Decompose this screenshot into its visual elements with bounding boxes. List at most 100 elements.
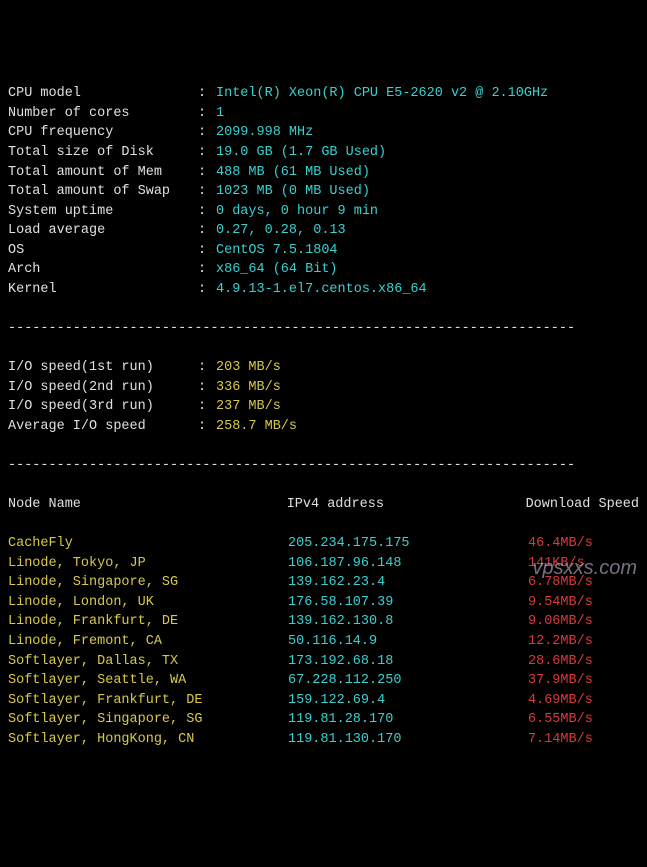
header-node: Node Name	[8, 495, 287, 515]
node-row: CacheFly205.234.175.17546.4MB/s	[8, 534, 639, 554]
sys-value: CentOS 7.5.1804	[216, 241, 338, 261]
node-row: Linode, Frankfurt, DE139.162.130.89.06MB…	[8, 612, 639, 632]
colon: :	[198, 397, 216, 417]
sys-value: 2099.998 MHz	[216, 123, 313, 143]
io-label: Average I/O speed	[8, 417, 198, 437]
sys-value: 1	[216, 104, 224, 124]
io-row: I/O speed(1st run): 203 MB/s	[8, 358, 639, 378]
sys-label: Total amount of Swap	[8, 182, 198, 202]
io-row: I/O speed(3rd run): 237 MB/s	[8, 397, 639, 417]
system-info-block: CPU model: Intel(R) Xeon(R) CPU E5-2620 …	[8, 84, 639, 299]
io-value: 336 MB/s	[216, 378, 281, 398]
io-label: I/O speed(3rd run)	[8, 397, 198, 417]
node-name: Linode, Fremont, CA	[8, 632, 288, 652]
node-row: Softlayer, Dallas, TX173.192.68.1828.6MB…	[8, 652, 639, 672]
node-speed: 12.2MB/s	[528, 632, 639, 652]
sys-label: Load average	[8, 221, 198, 241]
node-row: Softlayer, Seattle, WA67.228.112.25037.9…	[8, 671, 639, 691]
sys-row: Load average: 0.27, 0.28, 0.13	[8, 221, 639, 241]
sys-value: 0.27, 0.28, 0.13	[216, 221, 346, 241]
node-ip: 159.122.69.4	[288, 691, 528, 711]
io-value: 203 MB/s	[216, 358, 281, 378]
sys-label: Total amount of Mem	[8, 163, 198, 183]
sys-label: CPU model	[8, 84, 198, 104]
colon: :	[198, 123, 216, 143]
colon: :	[198, 378, 216, 398]
node-ip: 176.58.107.39	[288, 593, 528, 613]
node-ip: 205.234.175.175	[288, 534, 528, 554]
node-row: Linode, London, UK176.58.107.399.54MB/s	[8, 593, 639, 613]
node-ip: 139.162.130.8	[288, 612, 528, 632]
colon: :	[198, 241, 216, 261]
sys-row: Total size of Disk: 19.0 GB (1.7 GB Used…	[8, 143, 639, 163]
sys-label: Number of cores	[8, 104, 198, 124]
divider-1: ----------------------------------------…	[8, 319, 639, 339]
colon: :	[198, 221, 216, 241]
sys-label: Kernel	[8, 280, 198, 300]
sys-row: Total amount of Swap: 1023 MB (0 MB Used…	[8, 182, 639, 202]
sys-value: 19.0 GB (1.7 GB Used)	[216, 143, 386, 163]
sys-row: Number of cores: 1	[8, 104, 639, 124]
io-row: Average I/O speed: 258.7 MB/s	[8, 417, 639, 437]
node-name: Softlayer, Seattle, WA	[8, 671, 288, 691]
node-row: Linode, Fremont, CA50.116.14.912.2MB/s	[8, 632, 639, 652]
sys-label: Arch	[8, 260, 198, 280]
sys-value: 1023 MB (0 MB Used)	[216, 182, 370, 202]
table-header: Node NameIPv4 addressDownload Speed	[8, 495, 639, 515]
io-label: I/O speed(2nd run)	[8, 378, 198, 398]
sys-row: CPU frequency: 2099.998 MHz	[8, 123, 639, 143]
sys-label: CPU frequency	[8, 123, 198, 143]
colon: :	[198, 182, 216, 202]
sys-label: Total size of Disk	[8, 143, 198, 163]
colon: :	[198, 417, 216, 437]
sys-label: OS	[8, 241, 198, 261]
sys-row: Total amount of Mem: 488 MB (61 MB Used)	[8, 163, 639, 183]
io-label: I/O speed(1st run)	[8, 358, 198, 378]
colon: :	[198, 84, 216, 104]
node-name: Linode, Tokyo, JP	[8, 554, 288, 574]
node-row: Softlayer, Singapore, SG119.81.28.1706.5…	[8, 710, 639, 730]
node-name: Linode, Frankfurt, DE	[8, 612, 288, 632]
node-row: Softlayer, HongKong, CN119.81.130.1707.1…	[8, 730, 639, 750]
node-ip: 50.116.14.9	[288, 632, 528, 652]
io-speed-block: I/O speed(1st run): 203 MB/sI/O speed(2n…	[8, 358, 639, 436]
sys-row: OS: CentOS 7.5.1804	[8, 241, 639, 261]
node-name: Softlayer, Frankfurt, DE	[8, 691, 288, 711]
sys-row: System uptime: 0 days, 0 hour 9 min	[8, 202, 639, 222]
colon: :	[198, 104, 216, 124]
colon: :	[198, 163, 216, 183]
node-ip: 139.162.23.4	[288, 573, 528, 593]
sys-value: 4.9.13-1.el7.centos.x86_64	[216, 280, 427, 300]
watermark: vpsxxs.com	[533, 554, 637, 583]
header-speed: Download Speed	[526, 495, 639, 515]
node-ip: 173.192.68.18	[288, 652, 528, 672]
colon: :	[198, 280, 216, 300]
node-ip: 67.228.112.250	[288, 671, 528, 691]
node-name: CacheFly	[8, 534, 288, 554]
node-speed: 37.9MB/s	[528, 671, 639, 691]
colon: :	[198, 143, 216, 163]
node-ip: 119.81.28.170	[288, 710, 528, 730]
sys-value: 488 MB (61 MB Used)	[216, 163, 370, 183]
io-row: I/O speed(2nd run): 336 MB/s	[8, 378, 639, 398]
sys-row: CPU model: Intel(R) Xeon(R) CPU E5-2620 …	[8, 84, 639, 104]
node-name: Softlayer, Dallas, TX	[8, 652, 288, 672]
colon: :	[198, 202, 216, 222]
sys-row: Kernel: 4.9.13-1.el7.centos.x86_64	[8, 280, 639, 300]
io-value: 258.7 MB/s	[216, 417, 297, 437]
node-speed: 46.4MB/s	[528, 534, 639, 554]
node-ip: 106.187.96.148	[288, 554, 528, 574]
sys-value: 0 days, 0 hour 9 min	[216, 202, 378, 222]
node-name: Linode, Singapore, SG	[8, 573, 288, 593]
node-speed: 28.6MB/s	[528, 652, 639, 672]
node-speed: 6.55MB/s	[528, 710, 639, 730]
header-ip: IPv4 address	[287, 495, 526, 515]
colon: :	[198, 260, 216, 280]
sys-label: System uptime	[8, 202, 198, 222]
node-speed: 4.69MB/s	[528, 691, 639, 711]
node-name: Softlayer, Singapore, SG	[8, 710, 288, 730]
node-name: Linode, London, UK	[8, 593, 288, 613]
node-ip: 119.81.130.170	[288, 730, 528, 750]
divider-2: ----------------------------------------…	[8, 456, 639, 476]
colon: :	[198, 358, 216, 378]
